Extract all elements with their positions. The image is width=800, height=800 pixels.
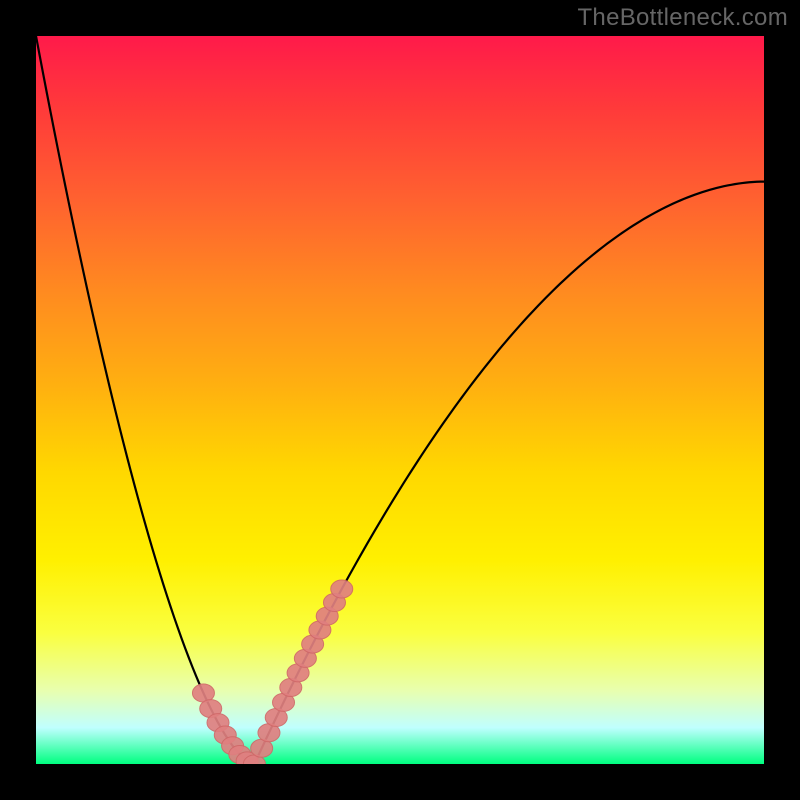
bottleneck-curve: [36, 36, 764, 764]
chart-svg: [36, 36, 764, 764]
curve-path: [36, 36, 764, 764]
marker-points: [192, 580, 352, 764]
chart-plot-area: [36, 36, 764, 764]
watermark-text: TheBottleneck.com: [577, 4, 788, 32]
marker-dot: [331, 580, 353, 598]
